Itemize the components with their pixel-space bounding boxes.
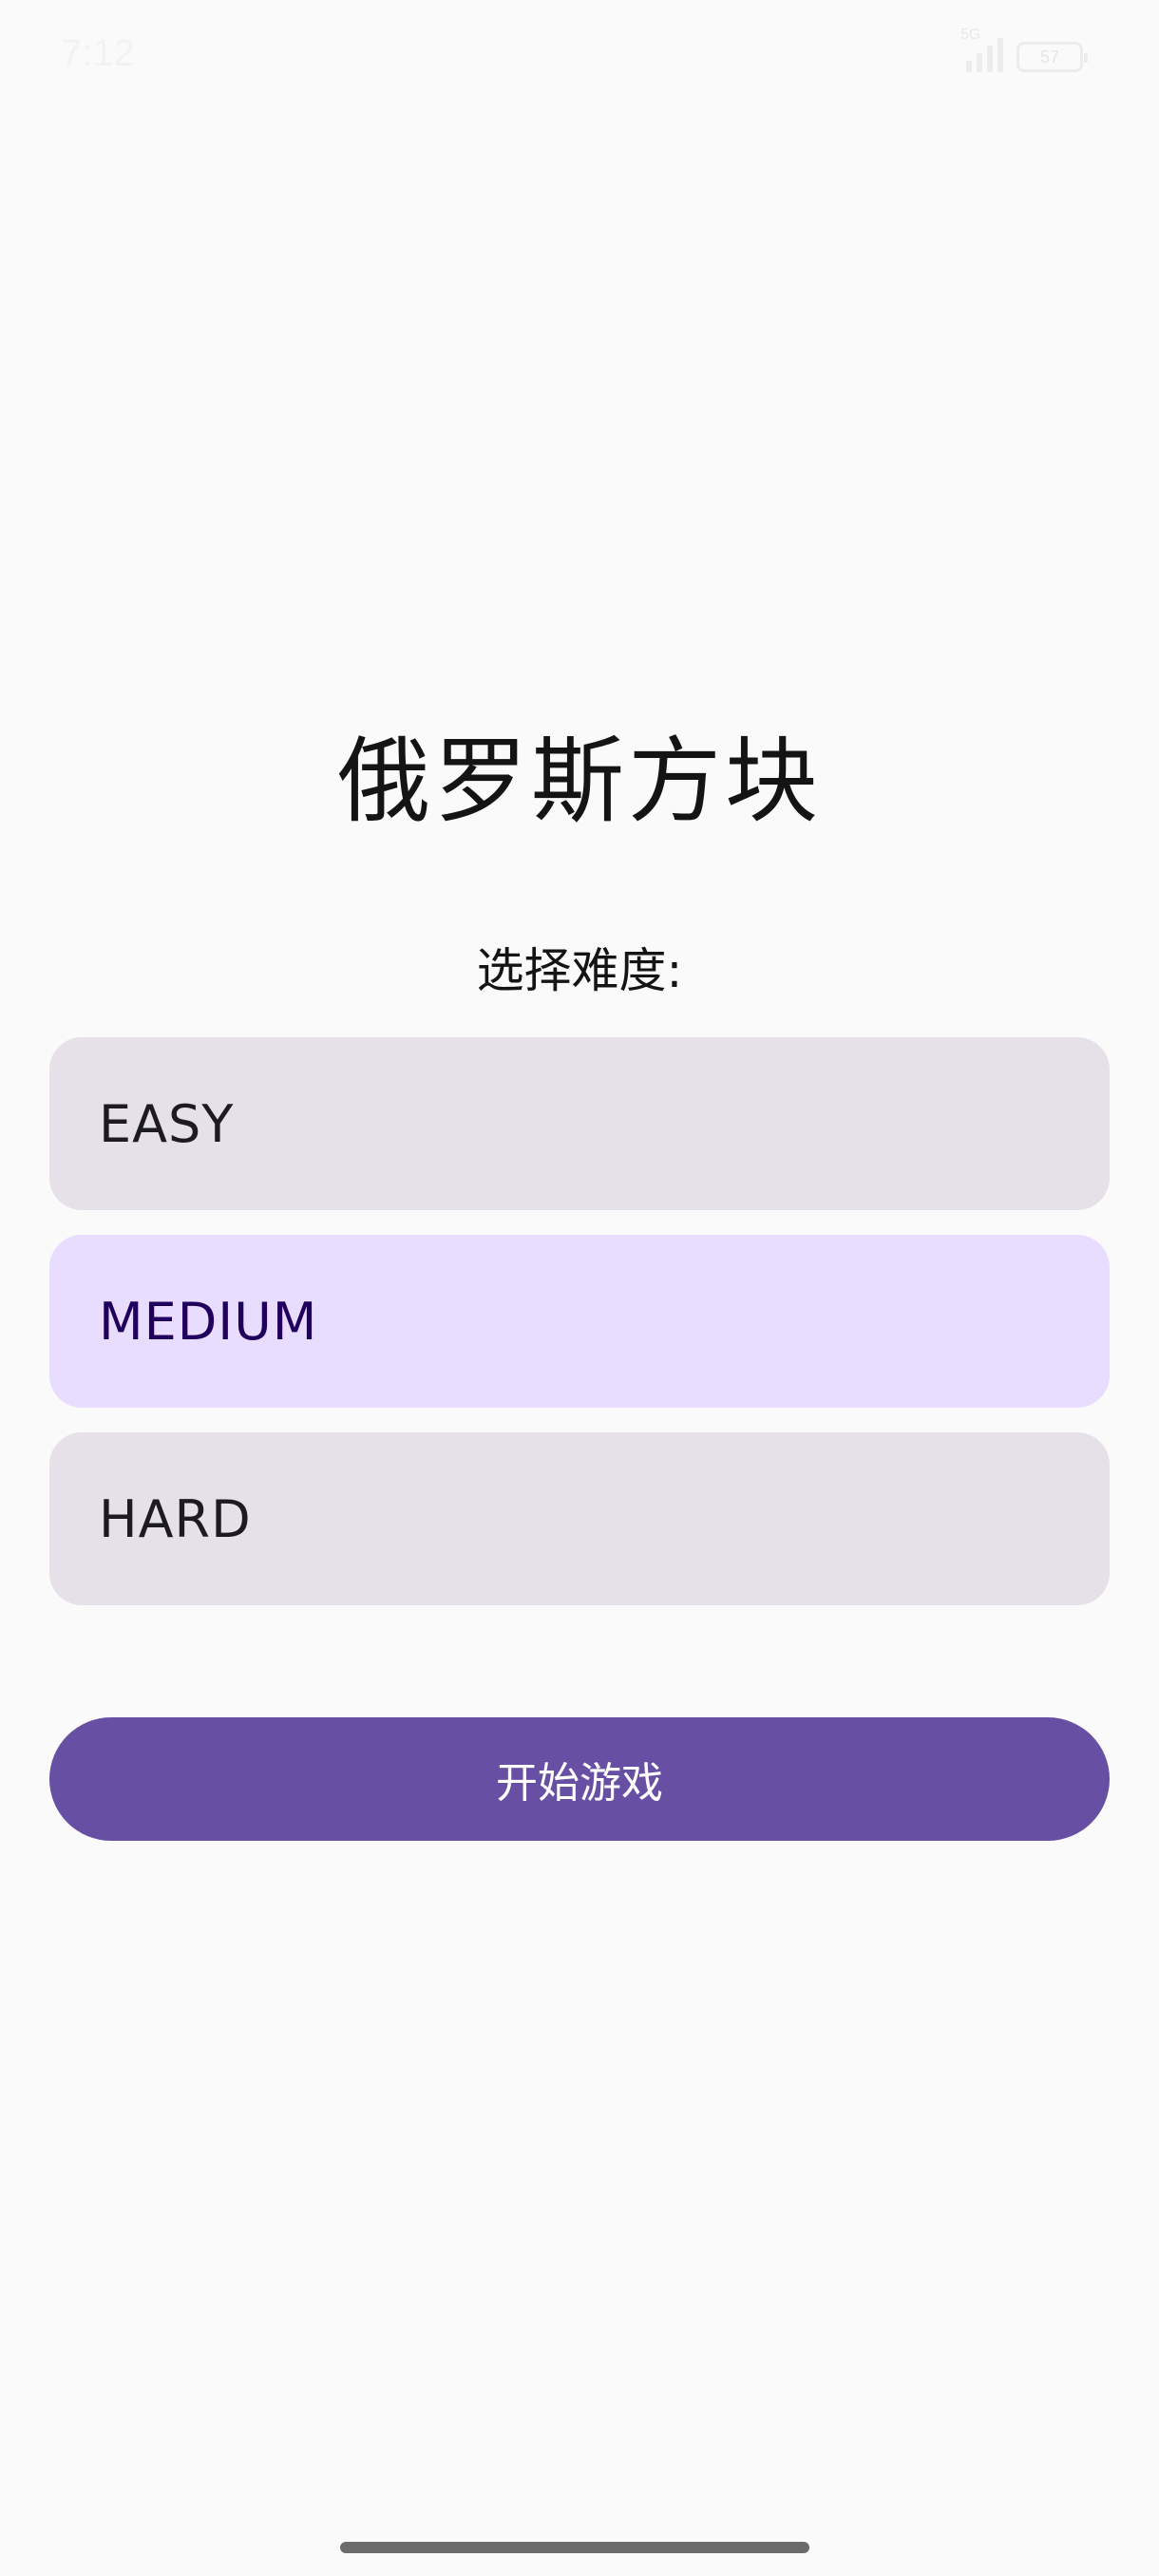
difficulty-option-label: HARD [99, 1488, 252, 1549]
difficulty-option-medium[interactable]: MEDIUM [49, 1235, 1110, 1408]
page-title: 俄罗斯方块 [336, 728, 822, 836]
status-icons: 5G 57 [960, 27, 1088, 72]
status-time: 7:12 [61, 32, 135, 74]
difficulty-option-label: MEDIUM [99, 1291, 318, 1352]
difficulty-option-label: EASY [99, 1093, 235, 1154]
difficulty-prompt: 选择难度: [476, 943, 683, 998]
difficulty-option-hard[interactable]: HARD [49, 1432, 1110, 1605]
battery-icon: 57 [1016, 42, 1088, 72]
difficulty-option-easy[interactable]: EASY [49, 1037, 1110, 1210]
battery-level: 57 [1039, 47, 1060, 66]
signal-icon: 5G [960, 27, 1003, 72]
status-bar: 7:12 5G 57 [0, 0, 1159, 114]
start-game-button[interactable]: 开始游戏 [49, 1717, 1110, 1841]
home-indicator[interactable] [340, 2542, 809, 2553]
network-type: 5G [960, 27, 981, 43]
start-game-label: 开始游戏 [496, 1759, 663, 1808]
